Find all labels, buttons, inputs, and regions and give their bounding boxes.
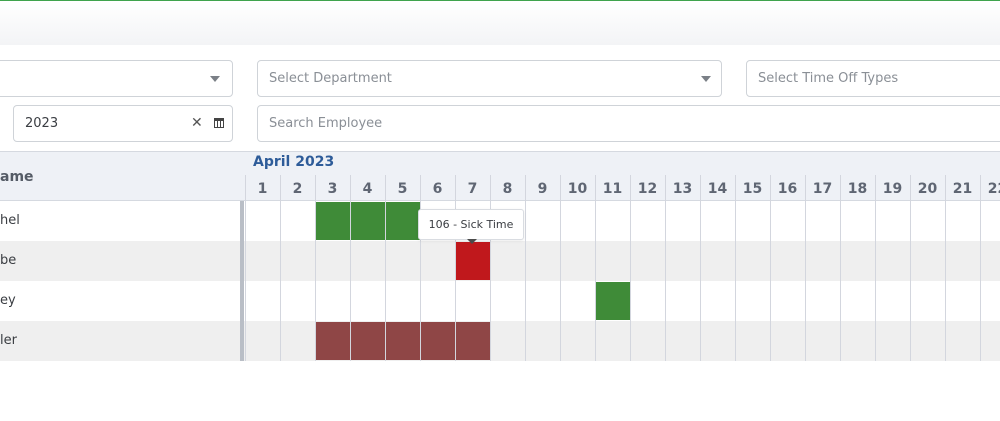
employee-name: ler — [0, 333, 17, 348]
close-icon[interactable]: ✕ — [191, 106, 203, 141]
day-header: 16 — [777, 181, 798, 197]
grid-line — [280, 175, 281, 201]
time-off-types-select[interactable]: Select Time Off Types — [746, 60, 1000, 97]
day-header: 14 — [707, 181, 728, 197]
time-off-block[interactable] — [386, 202, 420, 240]
grid-line — [665, 201, 666, 361]
grid-line — [700, 201, 701, 361]
day-header: 15 — [742, 181, 763, 197]
grid-line — [840, 201, 841, 361]
day-header: 12 — [637, 181, 658, 197]
grid-line — [735, 175, 736, 201]
grid-line — [630, 175, 631, 201]
grid-line — [770, 201, 771, 361]
grid-line — [840, 175, 841, 201]
grid-line — [560, 201, 561, 361]
grid-line — [245, 201, 246, 361]
grid-line — [875, 201, 876, 361]
grid-line — [595, 175, 596, 201]
day-header: 20 — [917, 181, 938, 197]
time-off-block[interactable] — [316, 322, 350, 360]
grid-line — [350, 175, 351, 201]
grid-line — [280, 201, 281, 361]
name-column-divider[interactable] — [240, 201, 244, 361]
grid-line — [980, 175, 981, 201]
first-select[interactable] — [0, 60, 233, 97]
grid-line — [560, 175, 561, 201]
time-off-block[interactable] — [351, 202, 385, 240]
grid-line — [700, 175, 701, 201]
calendar-icon[interactable] — [214, 118, 224, 128]
grid-line — [385, 175, 386, 201]
day-header: 17 — [812, 181, 833, 197]
chevron-down-icon — [210, 76, 220, 82]
day-header: 8 — [502, 181, 513, 197]
employee-name: be — [0, 253, 17, 268]
grid-line — [315, 175, 316, 201]
day-header: 22 — [987, 181, 1000, 197]
grid-line — [420, 175, 421, 201]
grid-line — [805, 175, 806, 201]
grid-line — [735, 201, 736, 361]
table-row[interactable]: be — [0, 241, 1000, 281]
day-header: 2 — [292, 181, 303, 197]
grid-line — [630, 201, 631, 361]
grid-line — [525, 175, 526, 201]
date-value: 2023 — [25, 116, 59, 131]
day-header: 7 — [467, 181, 478, 197]
time-off-block[interactable] — [421, 322, 455, 360]
grid-line — [805, 201, 806, 361]
date-field[interactable]: 2023 ✕ — [13, 105, 233, 142]
grid-line — [525, 201, 526, 361]
grid-line — [945, 201, 946, 361]
day-header: 18 — [847, 181, 868, 197]
employee-name: hel — [0, 213, 20, 228]
calendar-header: ame April 2023 1 2 3 4 5 6 7 8 9 10 11 12 13 14 15 16 17… — [0, 151, 1000, 201]
search-input[interactable]: Search Employee — [257, 105, 1000, 142]
grid-line — [595, 201, 596, 361]
day-header: 1 — [257, 181, 268, 197]
day-header: 5 — [397, 181, 408, 197]
table-row[interactable]: ey — [0, 281, 1000, 321]
time-off-types-placeholder: Select Time Off Types — [758, 71, 899, 86]
day-header: 13 — [672, 181, 693, 197]
day-header: 3 — [327, 181, 338, 197]
grid-line — [875, 175, 876, 201]
day-header: 11 — [602, 181, 623, 197]
search-placeholder: Search Employee — [269, 116, 383, 131]
grid-line — [945, 175, 946, 201]
grid-line — [910, 201, 911, 361]
time-off-block[interactable] — [456, 242, 490, 280]
grid-line — [455, 175, 456, 201]
time-off-block[interactable] — [386, 322, 420, 360]
employee-name: ey — [0, 293, 16, 308]
chevron-down-icon — [701, 76, 711, 82]
name-column-header: ame — [0, 169, 34, 185]
time-off-block[interactable] — [456, 322, 490, 360]
grid-line — [770, 175, 771, 201]
grid-line — [245, 175, 246, 201]
day-header: 19 — [882, 181, 903, 197]
time-off-block[interactable] — [316, 202, 350, 240]
time-off-block[interactable] — [596, 282, 630, 320]
grid-line — [490, 175, 491, 201]
day-header: 4 — [362, 181, 373, 197]
tooltip-arrow — [467, 239, 477, 244]
day-header: 21 — [952, 181, 973, 197]
month-label: April 2023 — [253, 154, 335, 170]
top-bar — [0, 0, 1000, 45]
department-placeholder: Select Department — [269, 71, 392, 86]
grid-line — [910, 175, 911, 201]
tooltip-text: 106 - Sick Time — [428, 218, 514, 231]
grid-line — [665, 175, 666, 201]
department-select[interactable]: Select Department — [257, 60, 722, 97]
grid-line — [980, 201, 981, 361]
time-off-block[interactable] — [351, 322, 385, 360]
time-off-tooltip: 106 - Sick Time — [418, 209, 524, 244]
day-header: 6 — [432, 181, 443, 197]
day-header: 9 — [537, 181, 548, 197]
day-header: 10 — [567, 181, 588, 197]
table-row[interactable]: ler — [0, 321, 1000, 361]
